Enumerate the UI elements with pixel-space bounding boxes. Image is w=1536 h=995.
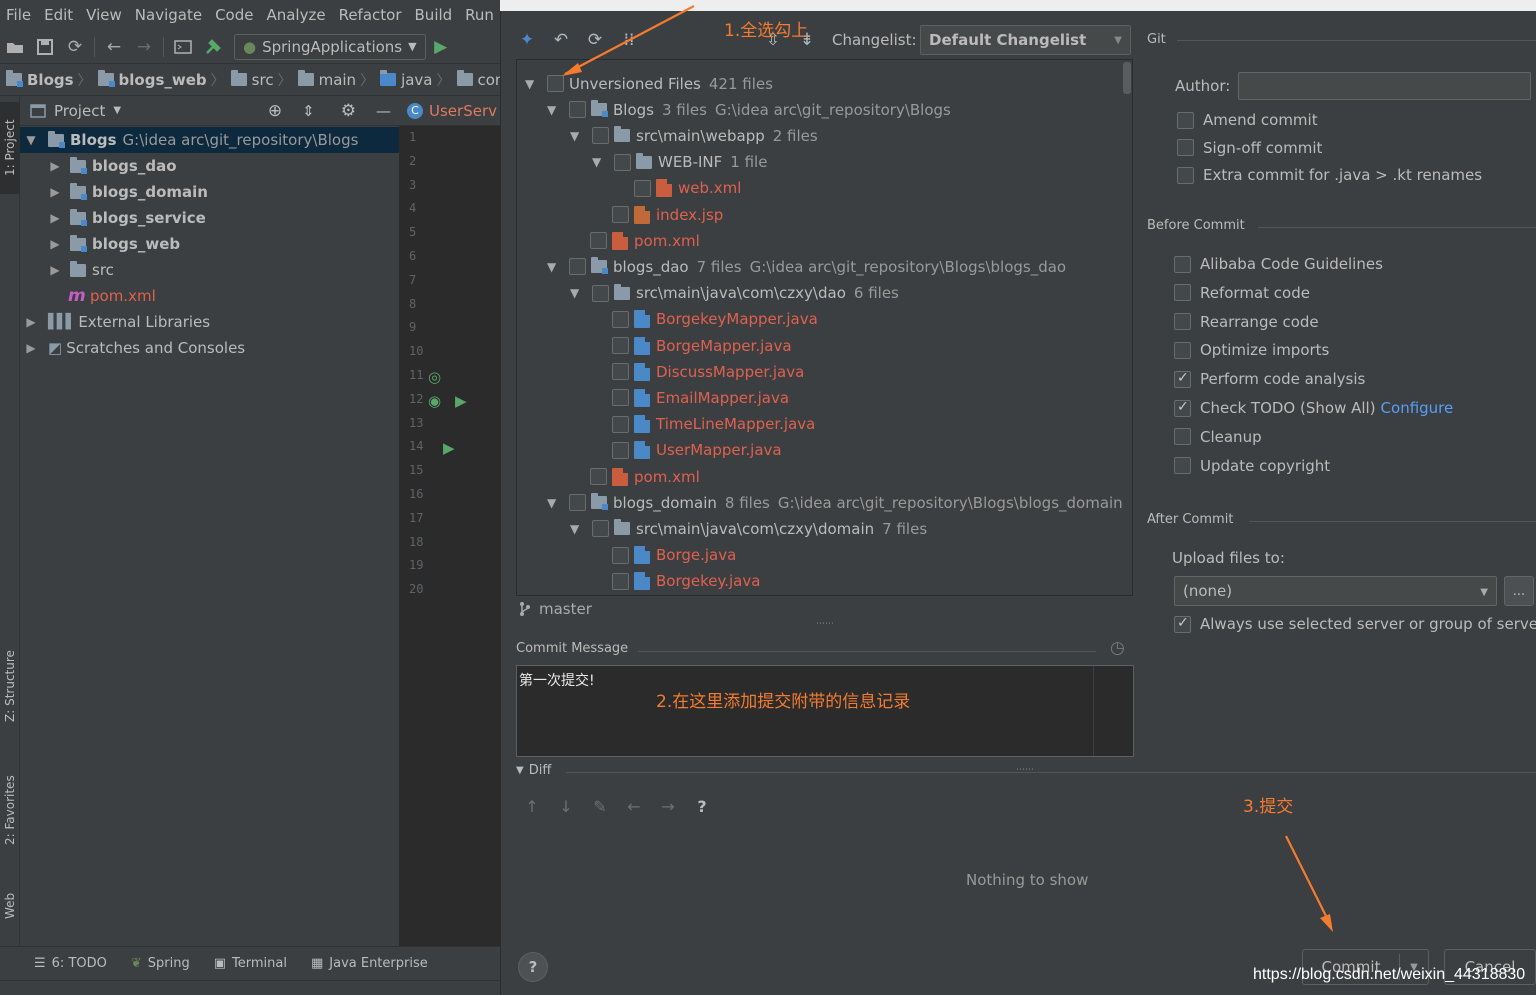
arrowhead — [562, 63, 582, 76]
annotation-arrow-3 — [1285, 835, 1331, 925]
watermark-url: https://blog.csdn.net/weixin_44318830 — [1253, 966, 1526, 983]
annotation-step-1: 1.全选勾上 — [724, 21, 809, 41]
annotation-step-3: 3.提交 — [1243, 797, 1294, 817]
annotation-arrow-1 — [564, 5, 695, 75]
annotation-step-2: 2.在这里添加提交附带的信息记录 — [656, 692, 911, 712]
annotation-arrows — [562, 5, 1333, 932]
arrowhead — [1320, 914, 1333, 932]
